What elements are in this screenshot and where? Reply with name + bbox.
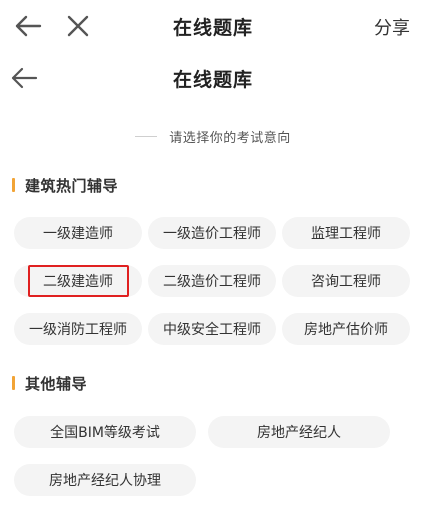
subtitle-text: 请选择你的考试意向 [169,130,291,146]
section-title-building: 建筑热门辅导 [12,174,118,196]
exam-chip-7[interactable]: 一级消防工程师 [14,313,142,345]
section-label: 其他辅导 [25,374,88,393]
exam-chip-11[interactable]: 房地产经纪人 [208,416,390,448]
page-title: 在线题库 [172,16,253,39]
exam-chip-3[interactable]: 监理工程师 [282,217,410,249]
exam-chip-1[interactable]: 一级建造师 [14,217,142,249]
subtitle-row: 请选择你的考试意向 [0,124,426,148]
close-icon[interactable] [60,11,96,41]
exam-chip-5[interactable]: 二级造价工程师 [148,265,276,297]
share-button[interactable]: 分享 [374,14,410,40]
content-title: 在线题库 [172,68,253,91]
back-arrow-icon[interactable] [10,11,46,41]
section-accent-bar [12,376,15,390]
section-title-other: 其他辅导 [12,372,87,394]
exam-chip-2[interactable]: 一级造价工程师 [148,217,276,249]
content-header: 在线题库 [0,52,426,104]
top-nav-bar: 在线题库 分享 [0,0,426,52]
exam-chip-6[interactable]: 咨询工程师 [282,265,410,297]
exam-chip-4[interactable]: 二级建造师 [14,265,142,297]
divider-line [135,135,158,137]
back-arrow-icon[interactable] [6,62,42,94]
exam-chip-8[interactable]: 中级安全工程师 [148,313,276,345]
section-accent-bar [12,178,15,192]
section-label: 建筑热门辅导 [25,176,119,195]
exam-chip-10[interactable]: 全国BIM等级考试 [14,416,196,448]
exam-chip-9[interactable]: 房地产估价师 [282,313,410,345]
exam-chip-12[interactable]: 房地产经纪人协理 [14,464,196,496]
